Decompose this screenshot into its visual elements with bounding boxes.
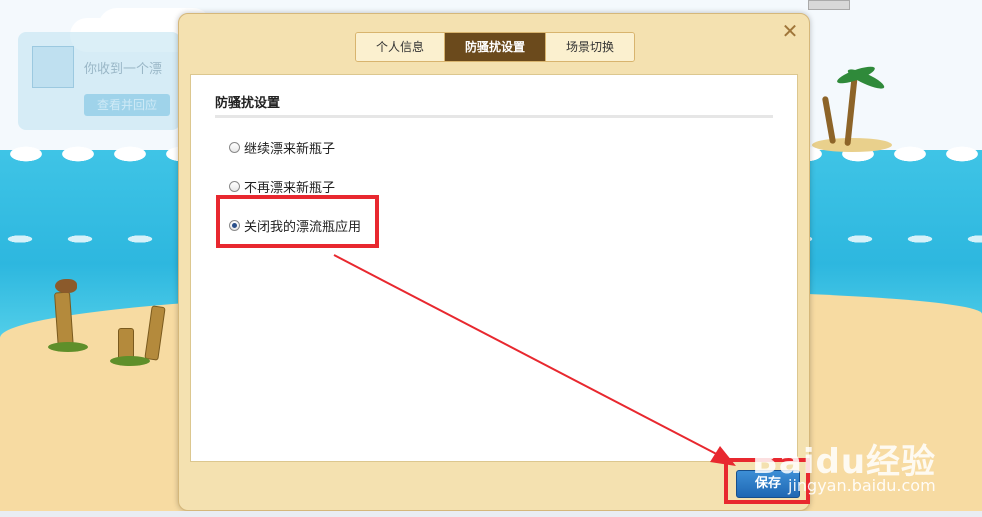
island — [812, 138, 892, 152]
close-icon[interactable]: ✕ — [779, 20, 801, 42]
tab-anti-harassment[interactable]: 防骚扰设置 — [445, 33, 547, 61]
grass — [48, 342, 88, 352]
section-title: 防骚扰设置 — [215, 96, 281, 111]
view-reply-button[interactable]: 查看并回应 — [84, 94, 170, 116]
avatar — [32, 46, 74, 88]
settings-panel: 防骚扰设置 继续漂来新瓶子 不再漂来新瓶子 关闭我的漂流瓶应用 — [190, 74, 798, 462]
radio-icon[interactable] — [229, 180, 240, 192]
highlight-box-save — [724, 458, 810, 504]
highlight-box-option — [216, 195, 379, 248]
radio-icon[interactable] — [229, 141, 240, 153]
option-continue-bottles[interactable]: 继续漂来新瓶子 — [229, 137, 335, 157]
tab-personal-info[interactable]: 个人信息 — [356, 33, 446, 61]
thumbnail — [808, 0, 850, 10]
notification-text: 你收到一个漂 — [84, 62, 163, 77]
divider — [215, 115, 773, 118]
bottle-notification-card: 你收到一个漂 查看并回应 — [18, 32, 180, 130]
dialog-tabs: 个人信息 防骚扰设置 场景切换 — [355, 32, 636, 62]
grass — [110, 356, 150, 366]
option-label: 不再漂来新瓶子 — [244, 180, 336, 196]
tab-scene-switch[interactable]: 场景切换 — [546, 33, 635, 61]
option-label: 继续漂来新瓶子 — [244, 141, 336, 157]
bird-illustration — [55, 279, 77, 293]
bottom-strip — [0, 511, 982, 517]
option-stop-bottles[interactable]: 不再漂来新瓶子 — [229, 176, 335, 196]
settings-dialog: ✕ 个人信息 防骚扰设置 场景切换 防骚扰设置 继续漂来新瓶子 不再漂来新瓶子 … — [178, 13, 810, 511]
